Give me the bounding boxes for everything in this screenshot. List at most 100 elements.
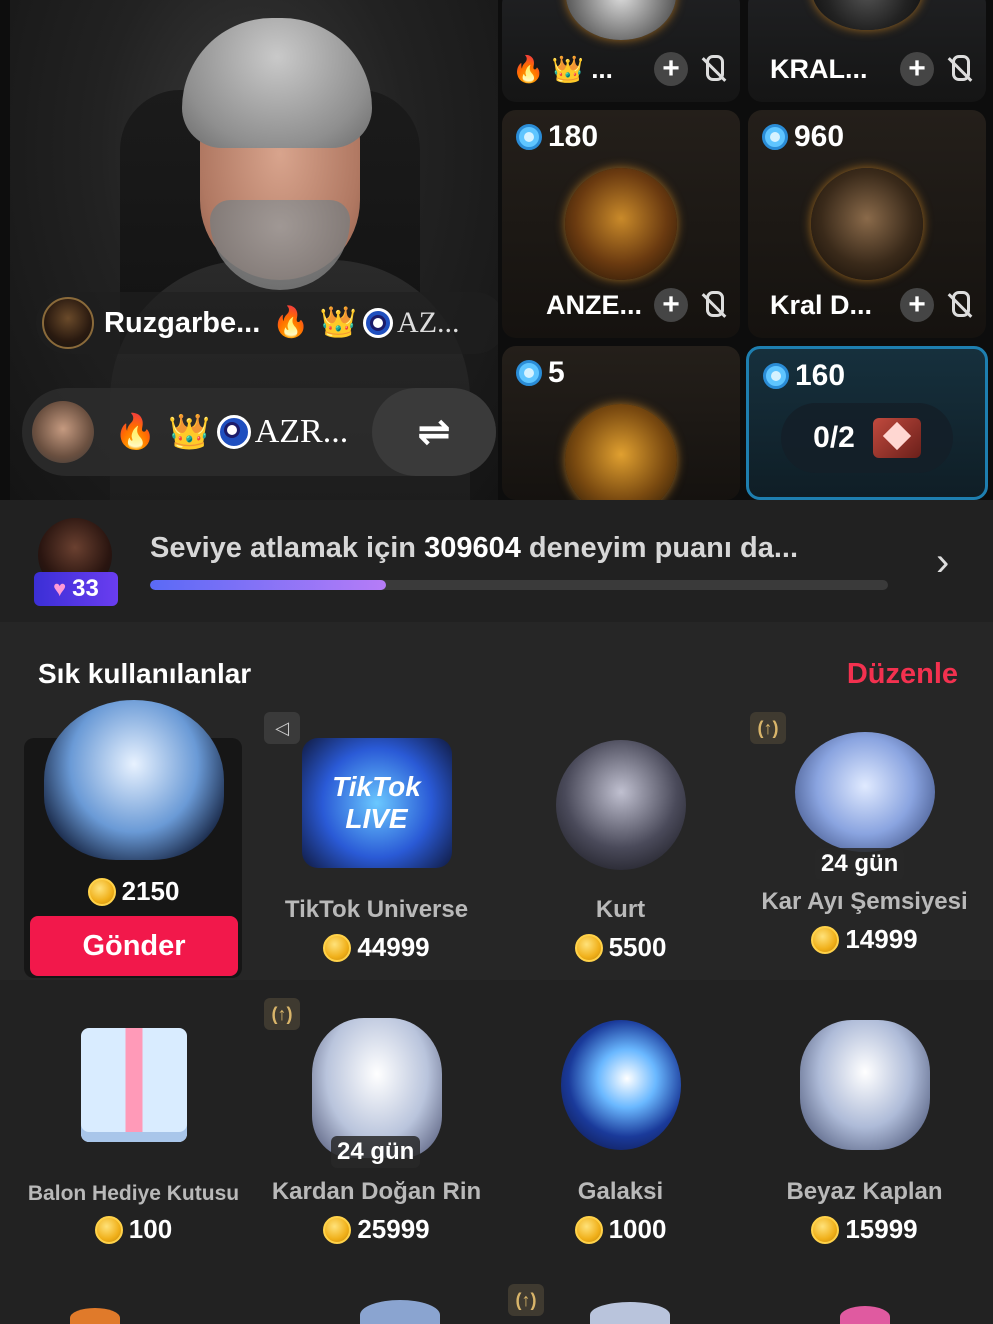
lock-event-icon: (↑) xyxy=(508,1284,544,1316)
level-progress-text: Seviye atlamak için 309604 deneyim puanı… xyxy=(150,532,798,565)
guest-seat-4[interactable]: 960 Kral D... + xyxy=(748,110,986,338)
host-info-pill[interactable]: Ruzgarbe... 🔥 👑 AZ... xyxy=(36,292,498,354)
coin-icon xyxy=(323,1215,352,1244)
coin-icon xyxy=(811,1215,840,1244)
gift-price: 14999 xyxy=(743,924,986,955)
seat-badges: 🔥 👑 ... xyxy=(512,53,613,84)
level-badge: ♥ 33 xyxy=(34,572,118,606)
fire-icon: 🔥 xyxy=(272,306,310,339)
coin-icon xyxy=(87,877,116,906)
mic-off-icon[interactable] xyxy=(942,288,976,322)
gift-price-value: 1000 xyxy=(608,1214,667,1244)
add-icon[interactable]: + xyxy=(900,52,934,86)
send-button[interactable]: Gönder xyxy=(30,916,238,976)
gift-item[interactable]: Kurt 5500 xyxy=(499,740,742,963)
diamond-icon xyxy=(516,124,542,150)
mic-off-icon[interactable] xyxy=(696,52,730,86)
guest-seat-2[interactable]: KRAL... + xyxy=(748,0,986,102)
gift-price: 5500 xyxy=(499,932,742,963)
seat-score-value: 180 xyxy=(548,120,599,153)
gem-icon xyxy=(872,418,921,458)
gift-price: 15999 xyxy=(743,1214,986,1245)
gift-item[interactable]: 2150 xyxy=(12,700,255,907)
fire-icon: 🔥 xyxy=(114,413,157,451)
gift-item[interactable]: 24 gün Kardan Doğan Rin 25999 xyxy=(255,1018,498,1245)
level-text-suffix: deneyim puanı da... xyxy=(520,532,799,564)
host-name: Ruzgarbe... xyxy=(104,306,261,339)
gift-name: Kurt xyxy=(595,896,646,923)
gift-price-value: 44999 xyxy=(357,932,430,962)
seat-name: ANZE... xyxy=(546,289,643,320)
crown-icon: 👑 xyxy=(319,306,358,339)
gift-name: Kardan Doğan Rin xyxy=(271,1178,482,1205)
gift-item[interactable]: 24 gün Kar Ayı Şemsiyesi 14999 xyxy=(743,732,986,955)
gift-peek xyxy=(590,1302,670,1324)
seat-score: 180 xyxy=(516,120,598,154)
level-text-prefix: Seviye atlamak için xyxy=(150,532,425,564)
days-badge: 24 gün xyxy=(815,848,905,880)
gift-price: 25999 xyxy=(255,1214,498,1245)
gift-box-image xyxy=(80,1028,187,1142)
seat-name: Kral D... xyxy=(770,289,873,320)
guest-seat-6[interactable]: 160 0/2 xyxy=(746,346,988,500)
chevron-right-icon[interactable]: › xyxy=(936,540,949,585)
level-points: 309604 xyxy=(424,532,521,564)
mic-off-icon[interactable] xyxy=(696,288,730,322)
gift-item[interactable]: Balon Hediye Kutusu 100 xyxy=(12,1028,255,1245)
wolf-gift-image xyxy=(555,740,686,870)
guest-seat-1[interactable]: 🔥 👑 ... + xyxy=(502,0,740,102)
gift-peek xyxy=(360,1300,440,1324)
edit-button[interactable]: Düzenle xyxy=(847,658,958,691)
tiktok-universe-image: TikTok LIVE xyxy=(301,738,452,868)
level-progress-fill xyxy=(150,580,387,590)
gift-name: Beyaz Kaplan xyxy=(786,1178,943,1205)
gift-name: Balon Hediye Kutusu xyxy=(27,1182,240,1205)
seat-score-value: 5 xyxy=(548,356,565,389)
gift-item[interactable]: TikTok LIVE TikTok Universe 44999 xyxy=(255,738,498,963)
coin-icon xyxy=(574,1215,603,1244)
swap-button[interactable]: ⇌ xyxy=(372,388,496,476)
gift-price: 1000 xyxy=(499,1214,742,1245)
gift-price: 100 xyxy=(12,1214,255,1245)
guest-avatar[interactable] xyxy=(32,401,94,463)
gift-item[interactable]: Galaksi 1000 xyxy=(499,1020,742,1245)
mic-off-icon[interactable] xyxy=(942,52,976,86)
seat-avatar xyxy=(812,0,922,30)
host-avatar[interactable] xyxy=(42,297,94,349)
gift-price: 44999 xyxy=(255,932,498,963)
seat-footer: ANZE... + xyxy=(502,284,740,326)
add-icon[interactable]: + xyxy=(654,288,688,322)
diamond-icon xyxy=(516,360,542,386)
add-icon[interactable]: + xyxy=(654,52,688,86)
seat-avatar xyxy=(811,168,923,280)
seat-footer: Kral D... + xyxy=(748,284,986,326)
gift-price-value: 14999 xyxy=(845,924,918,954)
coin-icon xyxy=(811,925,840,954)
coin-icon xyxy=(94,1215,123,1244)
coin-icon xyxy=(323,933,352,962)
gift-price: 2150 xyxy=(12,876,255,907)
white-tiger-image xyxy=(799,1020,930,1150)
host-hair xyxy=(182,18,372,148)
seat-score-value: 960 xyxy=(794,120,845,153)
galaxy-image xyxy=(560,1020,681,1150)
guest-seat-3[interactable]: 180 ANZE... + xyxy=(502,110,740,338)
coin-icon xyxy=(574,933,603,962)
seat-gift-counter[interactable]: 0/2 xyxy=(781,403,953,473)
seat-avatar xyxy=(565,168,677,280)
add-icon[interactable]: + xyxy=(900,288,934,322)
seat-footer: 🔥 👑 ... + xyxy=(502,48,740,90)
guest-info-pill[interactable]: 🔥 👑 AZR... ⇌ xyxy=(22,388,496,476)
seat-score: 5 xyxy=(516,356,565,390)
guest-seat-5[interactable]: 5 xyxy=(502,346,740,500)
gift-art-text: TikTok LIVE xyxy=(332,771,421,834)
gift-price-value: 15999 xyxy=(845,1214,918,1244)
diamond-icon xyxy=(762,124,788,150)
seat-avatar xyxy=(565,404,677,500)
polar-bear-umbrella-image xyxy=(794,732,935,852)
crown-icon: 👑 xyxy=(168,413,211,451)
gift-item[interactable]: Beyaz Kaplan 15999 xyxy=(743,1020,986,1245)
seat-counter-value: 0/2 xyxy=(813,421,855,454)
evil-eye-icon xyxy=(363,308,394,338)
seat-score: 960 xyxy=(762,120,844,154)
